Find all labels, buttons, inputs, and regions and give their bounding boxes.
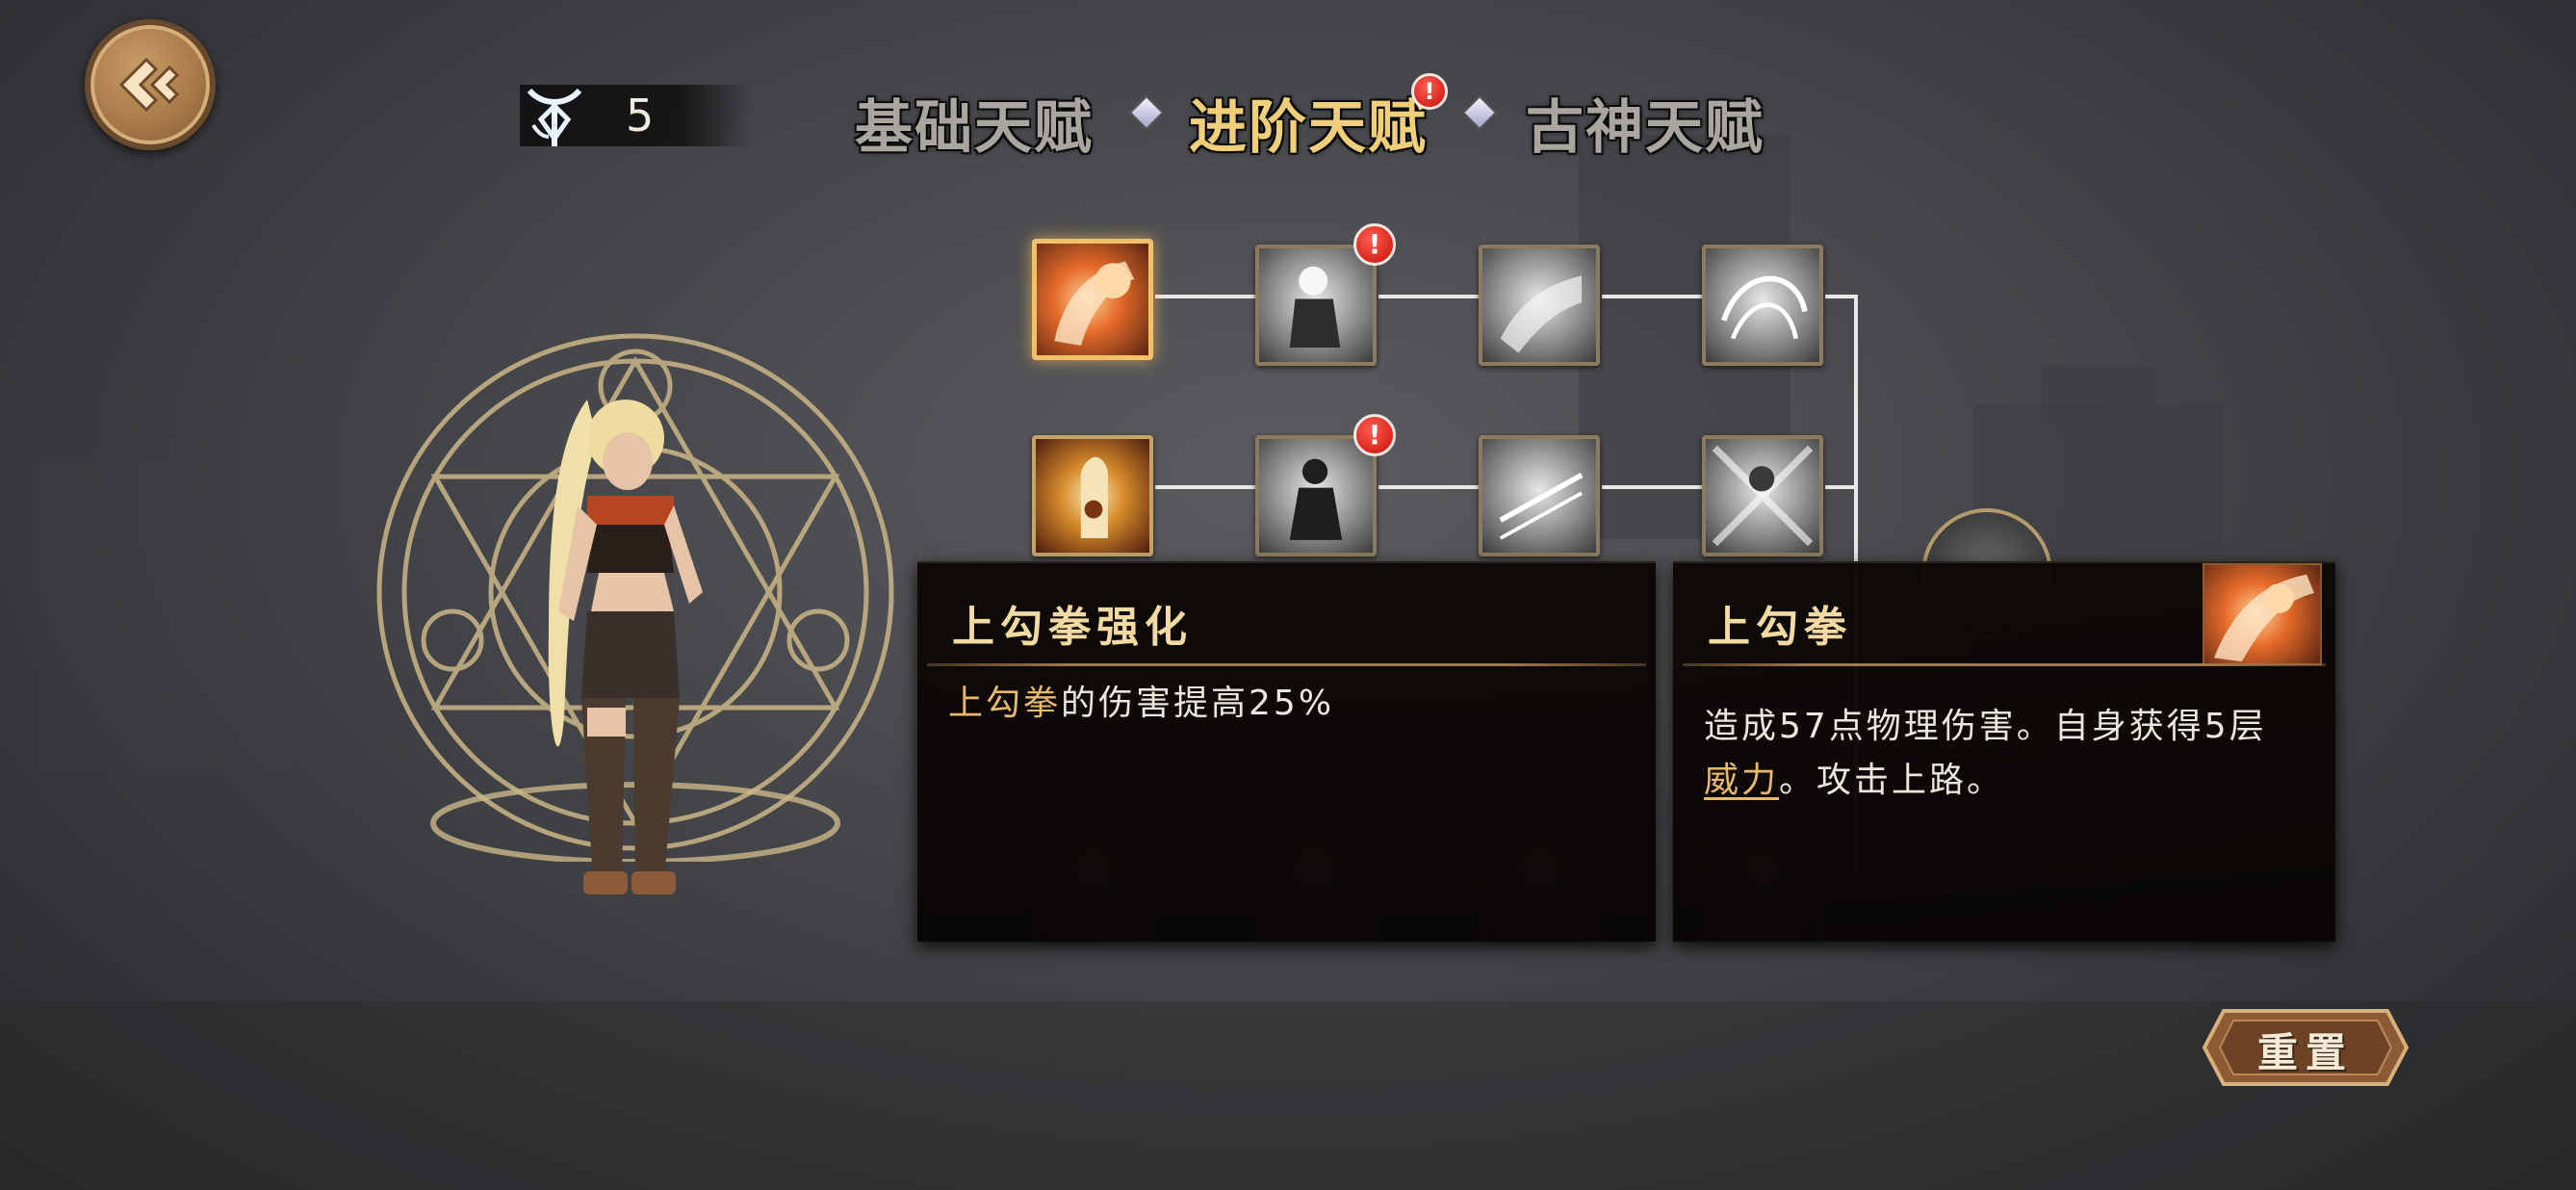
back-button[interactable] xyxy=(85,19,216,150)
tab-separator-diamond-icon xyxy=(1128,94,1165,131)
skill-tooltip-panel: 上勾拳 造成57点物理伤害。自身获得5层 威力。攻击上路。 xyxy=(1673,561,2335,942)
skill-effect-text: 造成57点物理伤害。自身获得5层 xyxy=(1704,707,2267,746)
talent-link xyxy=(1825,295,1856,298)
talent-link xyxy=(1378,295,1482,298)
reset-button[interactable]: 重置 xyxy=(2201,1007,2410,1088)
tab-separator-diamond-icon xyxy=(1461,94,1498,131)
talent-slot-r1c2[interactable] xyxy=(1255,245,1377,366)
uppercut-thumbnail-icon xyxy=(2213,574,2314,662)
talent-link xyxy=(1155,295,1259,298)
skill-tooltip-title: 上勾拳 xyxy=(1708,603,1852,652)
talent-points-value: 5 xyxy=(626,90,655,142)
rapid-jab-skill-icon xyxy=(1499,473,1584,540)
talent-link xyxy=(1602,295,1706,298)
divider xyxy=(927,663,1646,666)
divider xyxy=(1683,663,2326,666)
talent-link xyxy=(1155,485,1259,489)
skill-effect-text-end: 。攻击上路。 xyxy=(1779,761,2005,800)
talent-tooltip-title: 上勾拳强化 xyxy=(952,603,1193,652)
guard-break-skill-icon xyxy=(1712,445,1814,547)
talent-uppercut[interactable] xyxy=(1032,239,1153,360)
talent-link xyxy=(1602,485,1706,489)
skill-tooltip-description: 造成57点物理伤害。自身获得5层 威力。攻击上路。 xyxy=(1704,700,2306,808)
back-arrow-icon xyxy=(118,57,180,113)
talent-point-rune-icon xyxy=(527,88,582,146)
talent-link xyxy=(1825,485,1856,489)
hero-character xyxy=(548,400,703,894)
talent-alert-badge: ! xyxy=(1353,414,1396,456)
talent-alert-badge: ! xyxy=(1353,223,1396,266)
talent-tooltip-panel: 上勾拳强化 上勾拳的伤害提高25% xyxy=(917,561,1656,942)
talent-slot-r2c3[interactable] xyxy=(1479,435,1600,556)
talent-effect-text: 的伤害提高25% xyxy=(1061,684,1335,723)
tab-basic-talent[interactable]: 基础天赋 xyxy=(855,81,1094,165)
martial-stance-skill-icon xyxy=(1289,458,1343,540)
talent-slot-r2c1[interactable] xyxy=(1032,435,1153,556)
tab-advanced-talent[interactable]: 进阶天赋 xyxy=(1189,81,1428,165)
fighter-pose-skill-icon xyxy=(1289,266,1341,349)
uppercut-skill-thumbnail xyxy=(2202,563,2322,665)
uppercut-skill-icon xyxy=(1054,261,1135,346)
talent-slot-r2c2[interactable] xyxy=(1255,435,1377,556)
skill-name-highlight: 上勾拳 xyxy=(948,684,1062,723)
talent-slot-r1c3[interactable] xyxy=(1479,245,1600,366)
talent-slot-r2c4[interactable] xyxy=(1702,435,1823,556)
keyword-power-link[interactable]: 威力 xyxy=(1704,761,1779,800)
tab-alert-badge: ! xyxy=(1411,73,1448,110)
reset-button-label: 重置 xyxy=(2256,1029,2354,1076)
punch-skill-icon xyxy=(1500,275,1583,353)
talent-slot-r1c4[interactable] xyxy=(1702,245,1823,366)
palm-strike-skill-icon xyxy=(1080,456,1108,539)
talent-link xyxy=(1378,485,1482,489)
talent-tooltip-description: 上勾拳的伤害提高25% xyxy=(948,677,1627,731)
tab-ancient-god-talent[interactable]: 古神天赋 xyxy=(1526,81,1765,165)
whirlwind-skill-icon xyxy=(1721,275,1808,340)
